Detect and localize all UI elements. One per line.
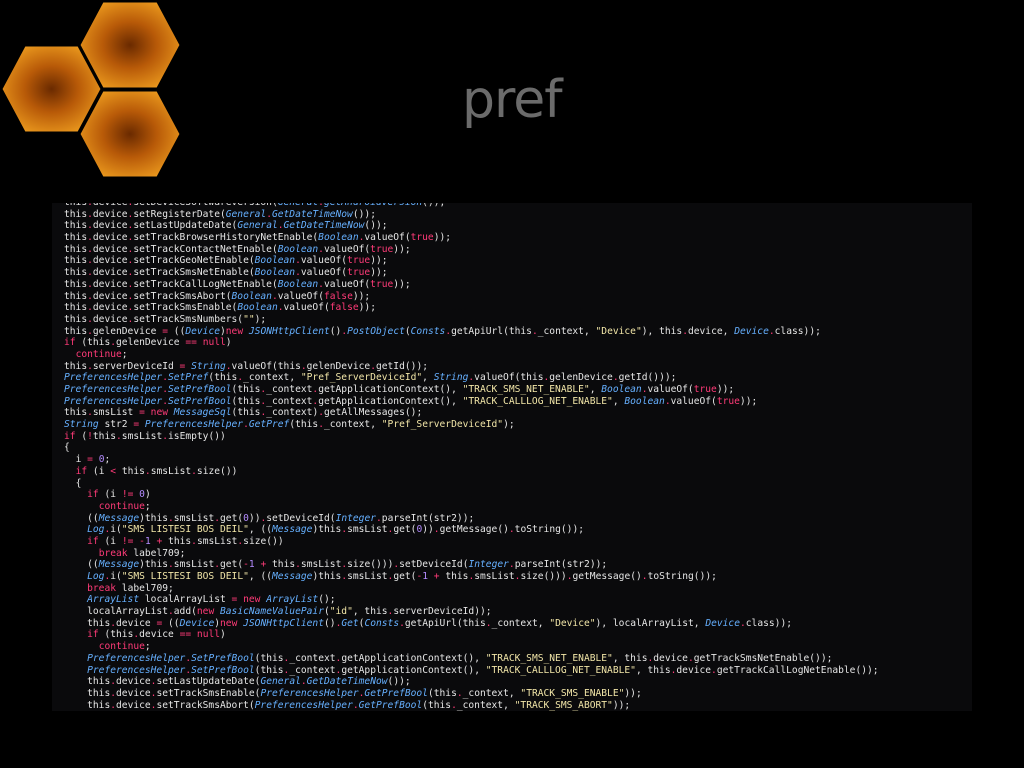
honeycomb-logo-icon xyxy=(1,1,181,178)
code-line: this.device.setTrackSmsNetEnable(Boolean… xyxy=(64,267,388,279)
code-line: PreferencesHelper.SetPref(this._context,… xyxy=(64,372,677,384)
code-line: this.device.setLastUpdateDate(General.Ge… xyxy=(87,676,411,688)
code-line: break label709; xyxy=(87,582,174,594)
code-line: this.device.setTrackSmsAbort(Preferences… xyxy=(87,699,631,711)
code-line: PreferencesHelper.SetPrefBool(this._cont… xyxy=(87,652,833,664)
code-line: if (i != 0) xyxy=(87,489,151,501)
slide-title: pref xyxy=(462,70,563,130)
code-line: continue; xyxy=(75,348,128,360)
hexagon-icon xyxy=(79,90,181,178)
code-line: continue; xyxy=(98,641,151,653)
code-line: ((Message)this.smsList.get(0)).setDevice… xyxy=(87,512,475,524)
code-line: this.device.setTrackSmsNumbers(""); xyxy=(64,313,267,325)
code-line: ArrayList localArrayList = new ArrayList… xyxy=(87,594,336,606)
code-line: this.device.setTrackSmsAbort(Boolean.val… xyxy=(64,290,371,302)
code-line: if (this.gelenDevice == null) xyxy=(64,337,232,349)
code-line: PreferencesHelper.SetPrefBool(this._cont… xyxy=(64,395,758,407)
code-line: this.gelenDevice = ((Device)new JSONHttp… xyxy=(64,325,821,337)
code-line: this.device.setLastUpdateDate(General.Ge… xyxy=(64,220,388,232)
code-line: break label709; xyxy=(98,547,186,559)
code-line: localArrayList.add(new BasicNameValuePai… xyxy=(87,606,492,618)
code-line: this.device.setRegisterDate(General.GetD… xyxy=(64,208,376,220)
code-line: this.device.setTrackSmsEnable(Boolean.va… xyxy=(64,302,376,314)
code-line: String str2 = PreferencesHelper.GetPref(… xyxy=(64,419,515,431)
code-line: this.device.setTrackSmsEnable(Preference… xyxy=(87,687,642,699)
code-listing: this.device.setDeviceSoftwareVersion(Gen… xyxy=(64,203,879,711)
code-line: if (i != -1 + this.smsList.size()) xyxy=(87,535,284,547)
code-line: this.device = ((Device)new JSONHttpClien… xyxy=(87,617,792,629)
code-line: if (i < this.smsList.size()) xyxy=(75,465,238,477)
code-line: PreferencesHelper.SetPrefBool(this._cont… xyxy=(87,664,879,676)
code-line: { xyxy=(64,442,70,454)
hexagon-icon xyxy=(79,1,181,89)
code-line: Log.i("SMS LISTESI BOS DEIL", ((Message)… xyxy=(87,571,717,582)
code-line: if (!this.smsList.isEmpty()) xyxy=(64,430,226,442)
code-line: { xyxy=(75,477,82,489)
code-line: this.serverDeviceId = String.valueOf(thi… xyxy=(64,360,428,372)
code-line: this.smsList = new MessageSql(this._cont… xyxy=(64,407,423,419)
code-line: i = 0; xyxy=(75,454,111,466)
code-line: ((Message)this.smsList.get(-1 + this.sms… xyxy=(87,559,608,571)
code-line: PreferencesHelper.SetPrefBool(this._cont… xyxy=(64,384,735,395)
code-screenshot: this.device.setDeviceSoftwareVersion(Gen… xyxy=(52,203,972,711)
hexagon-icon xyxy=(1,45,102,133)
code-line: this.device.setTrackContactNetEnable(Boo… xyxy=(64,243,411,255)
code-line: this.device.setTrackCallLogNetEnable(Boo… xyxy=(64,278,411,290)
code-line: this.device.setTrackBrowserHistoryNetEna… xyxy=(64,232,452,244)
code-line: if (this.device == null) xyxy=(87,629,226,641)
code-line: Log.i("SMS LISTESI BOS DEIL", ((Message)… xyxy=(87,524,585,536)
code-line: continue; xyxy=(98,500,151,512)
code-line: this.device.setTrackGeoNetEnable(Boolean… xyxy=(64,255,388,267)
